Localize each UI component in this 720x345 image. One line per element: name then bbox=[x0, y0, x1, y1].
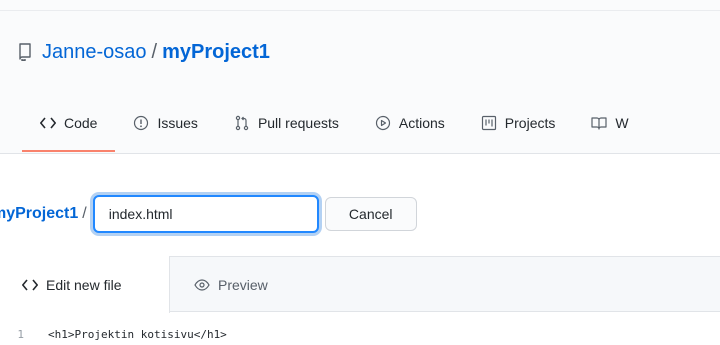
code-text: <h1>Projektin kotisivu</h1> bbox=[48, 327, 227, 341]
book-icon bbox=[591, 115, 607, 131]
tab-actions[interactable]: Actions bbox=[357, 106, 463, 140]
tab-label: Preview bbox=[218, 276, 268, 293]
repo-name-link[interactable]: myProject1 bbox=[162, 41, 270, 64]
issue-icon bbox=[133, 115, 149, 131]
repo-icon bbox=[18, 43, 32, 61]
code-icon bbox=[40, 117, 56, 129]
editor-tab-bar: Edit new file Preview bbox=[0, 256, 720, 313]
tab-pull-requests[interactable]: Pull requests bbox=[216, 106, 357, 140]
repo-owner-link[interactable]: Janne-osao bbox=[42, 41, 147, 64]
code-line[interactable]: 1 <h1>Projektin kotisivu</h1> bbox=[0, 324, 227, 344]
eye-icon bbox=[194, 278, 210, 291]
code-icon bbox=[22, 278, 38, 291]
tab-label: W bbox=[615, 115, 629, 131]
breadcrumb: myProject1 / Cancel bbox=[0, 195, 417, 233]
repo-header: Janne-osao / myProject1 Code Issues Pull… bbox=[0, 0, 720, 154]
repo-separator: / bbox=[151, 40, 158, 63]
pull-request-icon bbox=[234, 115, 250, 131]
cancel-button[interactable]: Cancel bbox=[324, 197, 417, 231]
play-icon bbox=[375, 115, 391, 131]
tab-label: Actions bbox=[398, 115, 445, 131]
tab-issues[interactable]: Issues bbox=[115, 106, 215, 140]
project-icon bbox=[481, 115, 497, 131]
tab-projects[interactable]: Projects bbox=[463, 106, 574, 140]
tab-code[interactable]: Code bbox=[22, 106, 116, 152]
tab-label: Code bbox=[64, 115, 98, 131]
filename-input[interactable] bbox=[92, 195, 319, 233]
tab-edit-new-file[interactable]: Edit new file bbox=[0, 256, 170, 313]
divider bbox=[0, 10, 720, 11]
breadcrumb-repo-link[interactable]: myProject1 bbox=[0, 205, 78, 223]
tab-label: Projects bbox=[504, 115, 556, 131]
tab-label: Edit new file bbox=[46, 276, 122, 293]
tab-label: Pull requests bbox=[257, 115, 339, 131]
tab-preview[interactable]: Preview bbox=[194, 256, 268, 313]
tab-wiki[interactable]: W bbox=[573, 106, 646, 140]
tab-label: Issues bbox=[157, 115, 198, 131]
repo-title: Janne-osao / myProject1 bbox=[18, 39, 270, 65]
line-number: 1 bbox=[17, 327, 24, 341]
repo-nav: Code Issues Pull requests Actions Projec… bbox=[22, 106, 647, 154]
breadcrumb-separator: / bbox=[82, 205, 87, 222]
